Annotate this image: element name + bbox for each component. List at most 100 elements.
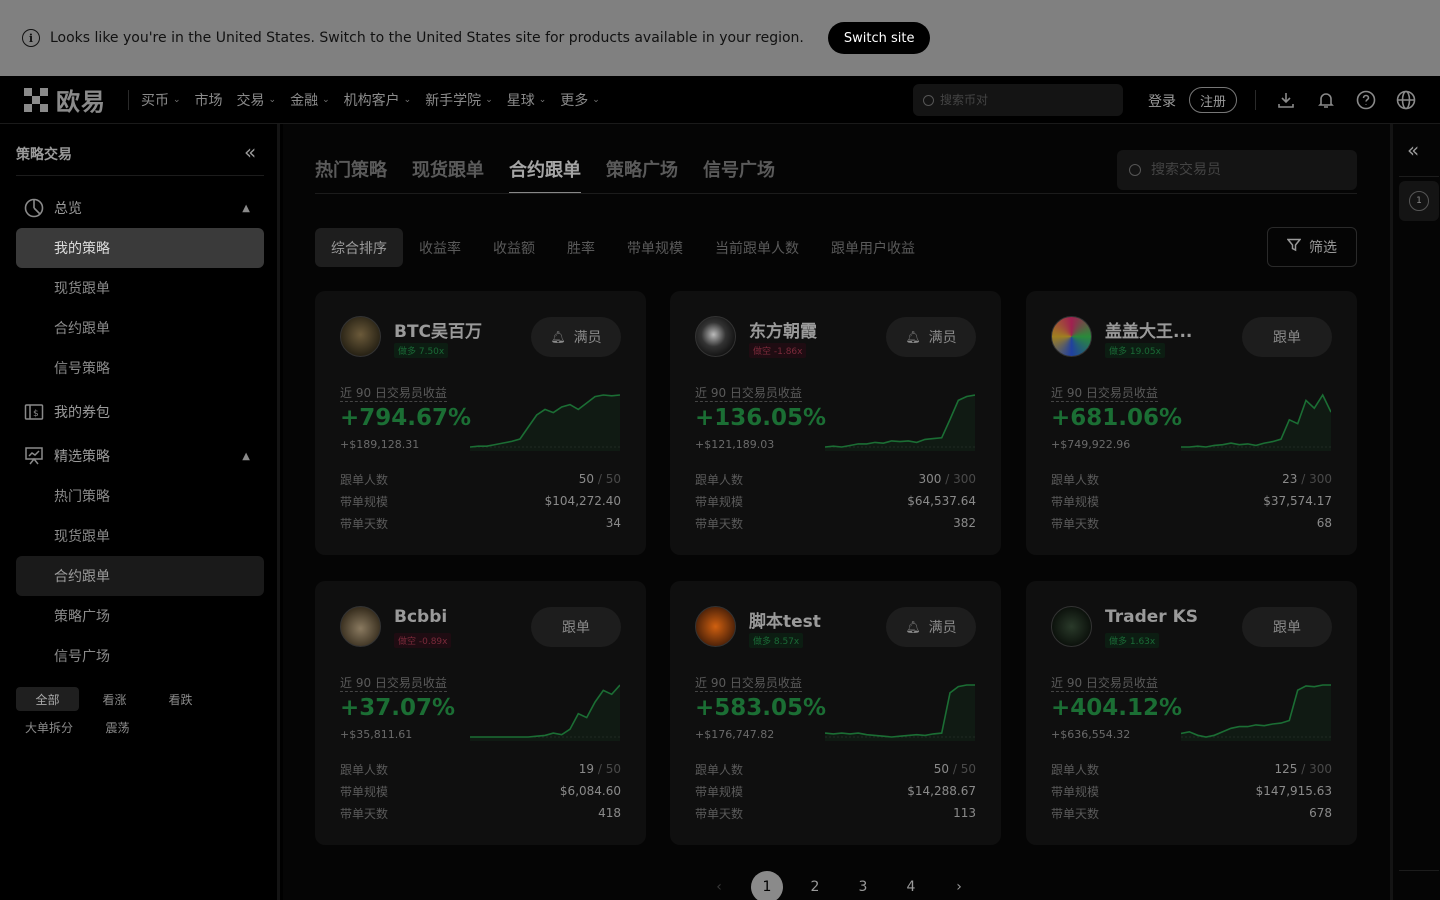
tag-all[interactable]: 全部 [16,687,79,711]
tag-bullish[interactable]: 看涨 [87,687,142,711]
sidebar-item-spot-copy-featured[interactable]: 现货跟单 [16,516,264,556]
trader-avatar[interactable] [340,606,381,647]
logo[interactable]: 欧易 [24,82,106,117]
tag-range[interactable]: 震荡 [90,715,145,739]
brand-name: 欧易 [56,88,106,116]
sidebar-group-overview[interactable]: 总览 ▲ [16,188,264,228]
sort-followers[interactable]: 当前跟单人数 [699,228,815,267]
trader-card[interactable]: 东方朝霞 做空 -1.86x 🔔︎ 满员近 90 日交易员收益 +136.05% +$12… [670,291,1001,555]
nav-item-label: 机构客户 [343,92,400,109]
tag-bearish[interactable]: 看跌 [153,687,208,711]
followers-label: 跟单人数 [340,473,389,487]
rail-item[interactable]: 1 [1399,181,1439,221]
trader-card[interactable]: Trader KS 做多 1.63x 跟单近 90 日交易员收益 +404.12% +$… [1026,581,1357,845]
tab-futures-copy[interactable]: 合约跟单 [509,156,581,194]
trader-card[interactable]: Bcbbi 做空 -0.89x 跟单近 90 日交易员收益 +37.07% +$35,8… [315,581,646,845]
sidebar-item-my-strategies[interactable]: 我的策略 [16,228,264,268]
trader-search[interactable] [1117,150,1357,190]
next-page-icon[interactable]: › [943,871,975,900]
tab-hot-strategies[interactable]: 热门策略 [315,156,387,194]
full-button[interactable]: 🔔︎ 满员 [531,317,621,357]
sidebar-item-spot-copy[interactable]: 现货跟单 [16,268,264,308]
pair-search-input[interactable] [940,93,1100,107]
nav-item[interactable]: 新手学院 ⌄ [425,90,493,110]
sort-aum[interactable]: 带单规模 [611,228,699,267]
page-4[interactable]: 4 [895,871,927,900]
sparkline-area [1181,685,1331,741]
pnl-percent: +37.07% [340,695,456,721]
pair-search[interactable] [913,84,1123,116]
sidebar-item-hot-strategies[interactable]: 热门策略 [16,476,264,516]
register-button[interactable]: 注册 [1189,87,1238,113]
collapse-sidebar-icon[interactable]: « [244,140,256,164]
trader-avatar[interactable] [695,606,736,647]
nav-item[interactable]: 机构客户 ⌄ [344,90,412,110]
copy-button[interactable]: 跟单 [531,607,621,647]
help-icon[interactable] [1356,90,1376,110]
trader-card[interactable]: BTC吴百万 做多 7.50x 🔔︎ 满员近 90 日交易员收益 +794.67% +$1… [315,291,646,555]
switch-site-button[interactable]: Switch site [827,22,931,54]
full-button[interactable]: 🔔︎ 满员 [886,317,976,357]
chevron-up-icon: ▲ [242,202,250,214]
trader-name[interactable]: BTC吴百万 [394,317,482,342]
page-3[interactable]: 3 [847,871,879,900]
trader-card[interactable]: 脚本test 做多 8.57x 🔔︎ 满员近 90 日交易员收益 +583.05% +$1… [670,581,1001,845]
sidebar-item-futures-copy-featured[interactable]: 合约跟单 [16,556,264,596]
bell-icon[interactable] [1316,90,1336,110]
copy-button[interactable]: 跟单 [1242,607,1332,647]
download-icon[interactable] [1276,90,1296,110]
sidebar-item-wallet[interactable]: $ 我的券包 [16,392,264,432]
nav-item-label: 金融 [290,92,319,109]
tab-spot-copy[interactable]: 现货跟单 [412,156,484,194]
sort-pnl[interactable]: 收益额 [477,228,551,267]
trader-name[interactable]: 盖盖大王... [1105,317,1192,342]
sidebar-item-signal-square[interactable]: 信号广场 [16,636,264,676]
leverage-badge: 做空 -0.89x [394,633,452,648]
globe-icon[interactable] [1396,90,1416,110]
trader-avatar[interactable] [1051,316,1092,357]
trader-search-input[interactable] [1151,162,1331,178]
pnl-amount: +$636,554.32 [1051,728,1131,741]
nav-item[interactable]: 星球 ⌄ [507,90,547,110]
sort-win-rate[interactable]: 胜率 [551,228,611,267]
rail-divider [1399,176,1439,177]
trader-card[interactable]: 盖盖大王... 做多 19.05x 跟单近 90 日交易员收益 +681.06% +$7… [1026,291,1357,555]
okx-logo-icon [24,87,48,112]
sidebar-item-futures-copy[interactable]: 合约跟单 [16,308,264,348]
trader-name[interactable]: Trader KS [1105,607,1198,627]
sort-overall[interactable]: 综合排序 [315,228,403,267]
tag-iceberg[interactable]: 大单拆分 [16,715,82,739]
sidebar-item-strategy-square[interactable]: 策略广场 [16,596,264,636]
trader-avatar[interactable] [340,316,381,357]
card-button-label: 跟单 [1273,330,1301,346]
page-1[interactable]: 1 [751,871,783,900]
sidebar-group-label: 总览 [54,201,82,217]
aum-label: 带单规模 [340,785,389,799]
sidebar-item-signal-strategy[interactable]: 信号策略 [16,348,264,388]
sidebar-group-featured[interactable]: 精选策略 ▲ [16,436,264,476]
trader-avatar[interactable] [695,316,736,357]
login-link[interactable]: 登录 [1148,91,1176,111]
trader-name[interactable]: Bcbbi [394,607,447,627]
trader-avatar[interactable] [1051,606,1092,647]
filter-icon [1286,238,1302,256]
trader-name[interactable]: 东方朝霞 [749,317,817,342]
trader-name[interactable]: 脚本test [749,607,821,632]
nav-item[interactable]: 更多 ⌄ [560,90,600,110]
bell-icon: 🔔︎ [905,330,921,344]
page-2[interactable]: 2 [799,871,831,900]
nav-item[interactable]: 买币 ⌄ [141,90,181,110]
nav-item[interactable]: 金融 ⌄ [290,90,330,110]
nav-item[interactable]: 交易 ⌄ [237,90,277,110]
tab-signal-square[interactable]: 信号广场 [703,156,775,194]
prev-page-icon[interactable]: ‹ [703,871,735,900]
copy-button[interactable]: 跟单 [1242,317,1332,357]
filter-button[interactable]: 筛选 [1267,227,1357,267]
sort-roi[interactable]: 收益率 [403,228,477,267]
nav-item-label: 星球 [506,92,535,109]
collapse-rail-icon[interactable]: « [1407,138,1419,162]
nav-item[interactable]: 市场 [195,90,223,110]
sort-follower-pnl[interactable]: 跟单用户收益 [815,228,931,267]
tab-strategy-square[interactable]: 策略广场 [606,156,678,194]
full-button[interactable]: 🔔︎ 满员 [886,607,976,647]
